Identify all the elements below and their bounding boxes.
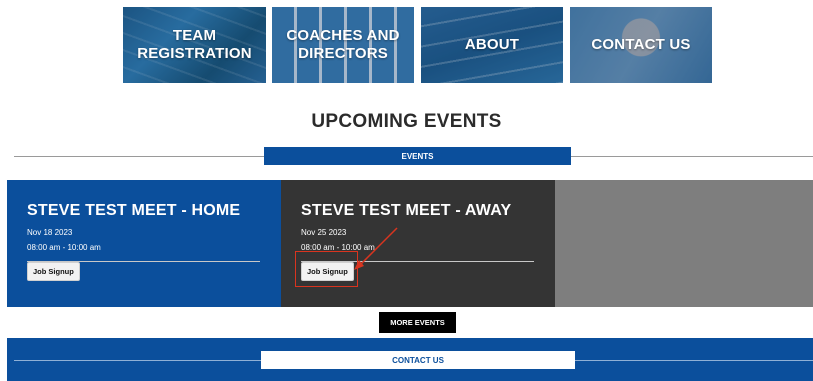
- job-signup-button[interactable]: Job Signup: [27, 262, 80, 281]
- contact-us-button[interactable]: CONTACT US: [261, 351, 575, 369]
- nav-tile-label: COACHES AND DIRECTORS: [286, 27, 400, 62]
- events-tab[interactable]: EVENTS: [264, 147, 571, 165]
- event-card: STEVE TEST MEET - HOME Nov 18 2023 08:00…: [7, 180, 281, 307]
- divider-line: [14, 156, 264, 157]
- nav-tile-coaches-and-directors[interactable]: COACHES AND DIRECTORS: [272, 7, 414, 83]
- annotation-arrow-icon: [354, 227, 398, 270]
- nav-tile-label: CONTACT US: [591, 36, 691, 53]
- upcoming-events-heading: UPCOMING EVENTS: [311, 111, 502, 132]
- event-title[interactable]: STEVE TEST MEET - AWAY: [301, 202, 535, 220]
- event-card-empty: [555, 180, 813, 307]
- nav-tile-team-registration[interactable]: TEAM REGISTRATION: [123, 7, 266, 83]
- event-date: Nov 18 2023: [27, 228, 73, 237]
- nav-tile-label: TEAM REGISTRATION: [137, 27, 252, 62]
- nav-tile-about[interactable]: ABOUT: [421, 7, 563, 83]
- divider-line: [575, 360, 813, 361]
- nav-tile-label: ABOUT: [464, 36, 520, 53]
- nav-tile-contact-us[interactable]: CONTACT US: [570, 7, 712, 83]
- divider-line: [571, 156, 813, 157]
- event-time: 08:00 am - 10:00 am: [27, 243, 101, 252]
- event-date: Nov 25 2023: [301, 228, 347, 237]
- more-events-button[interactable]: MORE EVENTS: [379, 312, 456, 333]
- divider-line: [14, 360, 261, 361]
- highlight-box: [295, 251, 358, 287]
- event-card: STEVE TEST MEET - AWAY Nov 25 2023 08:00…: [281, 180, 555, 307]
- event-title[interactable]: STEVE TEST MEET - HOME: [27, 202, 261, 220]
